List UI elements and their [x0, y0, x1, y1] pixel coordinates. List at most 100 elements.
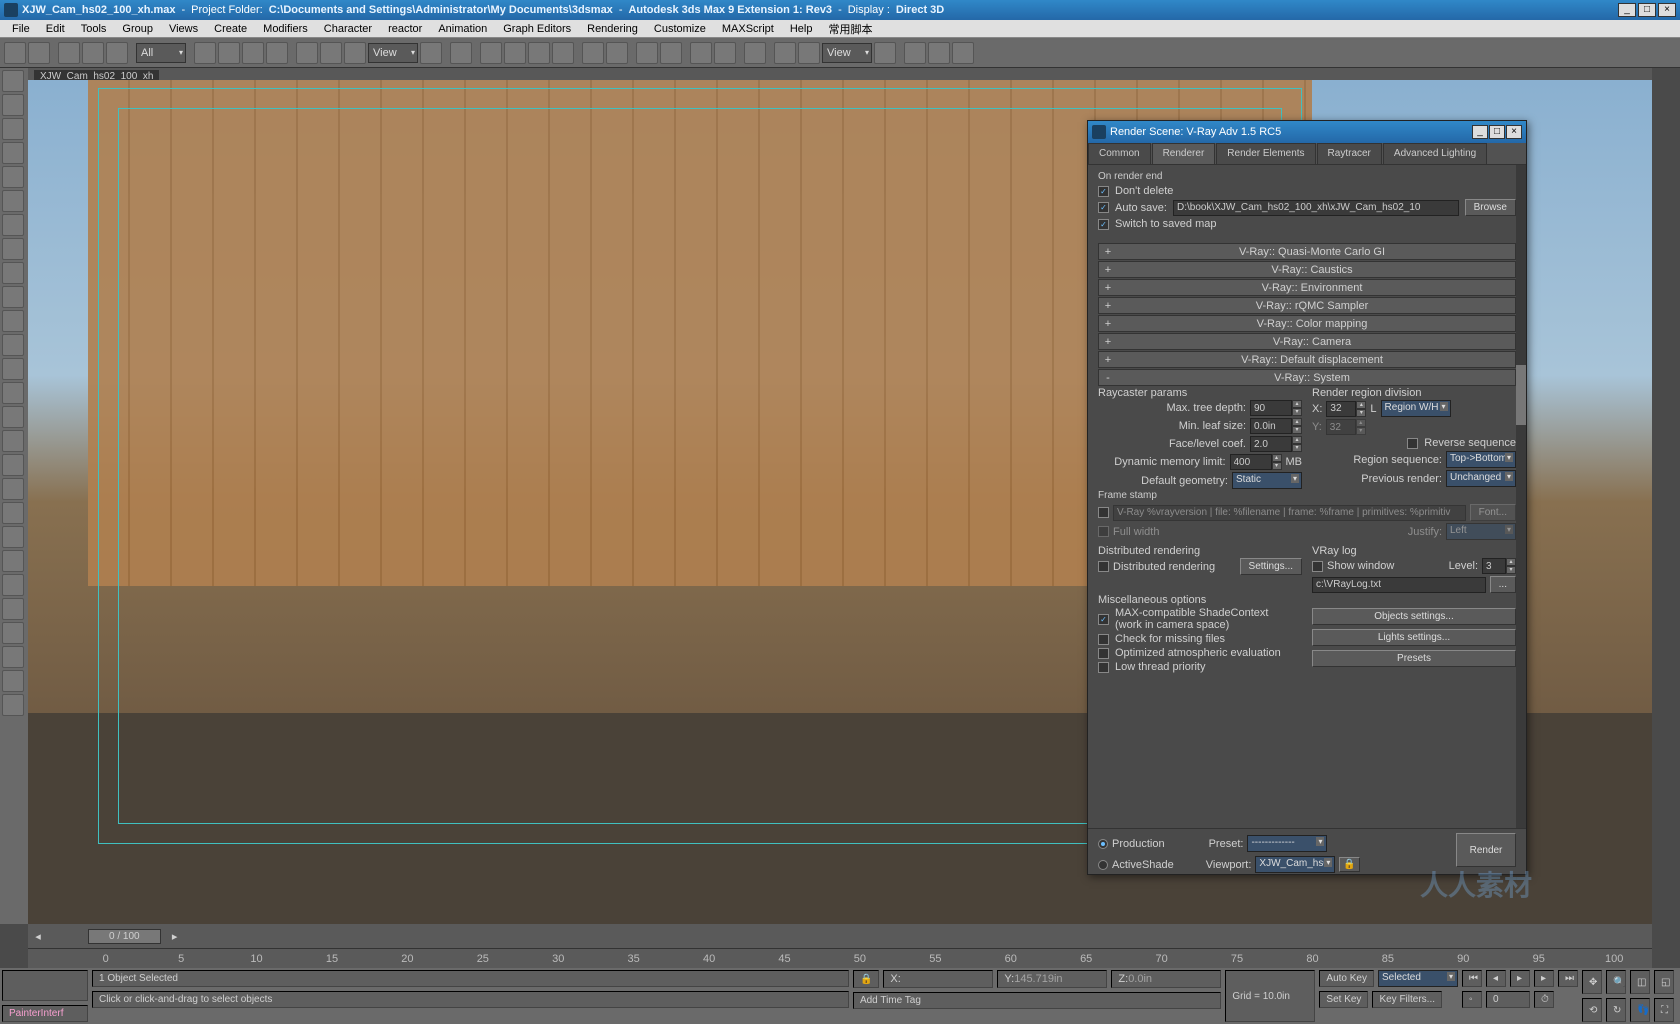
- bind-button[interactable]: [106, 42, 128, 64]
- pivot-button[interactable]: [420, 42, 442, 64]
- dialog-minimize[interactable]: _: [1472, 125, 1488, 139]
- tab-raytracer[interactable]: Raytracer: [1317, 143, 1382, 164]
- reactor-tool-icon[interactable]: [2, 574, 24, 596]
- reactor-tool-icon[interactable]: [2, 502, 24, 524]
- maximize-button[interactable]: □: [1638, 3, 1656, 17]
- rollup-system[interactable]: -V-Ray:: System: [1098, 369, 1516, 386]
- reactor3-button[interactable]: [952, 42, 974, 64]
- nav-walk-icon[interactable]: 👣: [1630, 998, 1650, 1022]
- reactor-tool-icon[interactable]: [2, 670, 24, 692]
- render-button[interactable]: Render: [1456, 833, 1516, 867]
- tab-render-elements[interactable]: Render Elements: [1216, 143, 1315, 164]
- menu-views[interactable]: Views: [161, 23, 206, 35]
- reactor-button[interactable]: [904, 42, 926, 64]
- reactor-tool-icon[interactable]: [2, 550, 24, 572]
- move-button[interactable]: [296, 42, 318, 64]
- reactor-tool-icon[interactable]: [2, 526, 24, 548]
- undo-button[interactable]: [4, 42, 26, 64]
- percent-snap-button[interactable]: [528, 42, 550, 64]
- dialog-maximize[interactable]: □: [1489, 125, 1505, 139]
- reactor-tool-icon[interactable]: [2, 190, 24, 212]
- redo-button[interactable]: [28, 42, 50, 64]
- face-level-input[interactable]: [1250, 436, 1292, 452]
- lights-settings-button[interactable]: Lights settings...: [1312, 629, 1516, 646]
- select-region-button[interactable]: [242, 42, 264, 64]
- low-thread-checkbox[interactable]: [1098, 662, 1109, 673]
- time-config-icon[interactable]: ⏱: [1534, 991, 1554, 1008]
- presets-button[interactable]: Presets: [1312, 650, 1516, 667]
- nav-pan-icon[interactable]: ✥: [1582, 970, 1602, 994]
- rollup-displacement[interactable]: +V-Ray:: Default displacement: [1098, 351, 1516, 368]
- spinner-snap-button[interactable]: [552, 42, 574, 64]
- material-button[interactable]: [744, 42, 766, 64]
- reactor-tool-icon[interactable]: [2, 142, 24, 164]
- selection-filter[interactable]: All: [136, 43, 186, 63]
- render-scene-button[interactable]: [774, 42, 796, 64]
- prev-render-combo[interactable]: Unchanged: [1446, 470, 1516, 487]
- rollup-qmc-gi[interactable]: +V-Ray:: Quasi-Monte Carlo GI: [1098, 243, 1516, 260]
- rollup-camera[interactable]: +V-Ray:: Camera: [1098, 333, 1516, 350]
- rollup-caustics[interactable]: +V-Ray:: Caustics: [1098, 261, 1516, 278]
- reactor-tool-icon[interactable]: [2, 286, 24, 308]
- preset-combo[interactable]: -------------: [1247, 835, 1327, 852]
- reactor-tool-icon[interactable]: [2, 382, 24, 404]
- min-leaf-input[interactable]: [1250, 418, 1292, 434]
- link-button[interactable]: [58, 42, 80, 64]
- reactor-tool-icon[interactable]: [2, 430, 24, 452]
- quick-render-button[interactable]: [798, 42, 820, 64]
- lock-icon[interactable]: 🔒: [853, 970, 879, 988]
- select-name-button[interactable]: [218, 42, 240, 64]
- align-button[interactable]: [636, 42, 658, 64]
- reactor-tool-icon[interactable]: [2, 694, 24, 716]
- keyfilters-button[interactable]: Key Filters...: [1372, 991, 1442, 1008]
- menu-customize[interactable]: Customize: [646, 23, 714, 35]
- nav-fov-icon[interactable]: ◫: [1630, 970, 1650, 994]
- reactor-tool-icon[interactable]: [2, 310, 24, 332]
- reactor-tool-icon[interactable]: [2, 166, 24, 188]
- rollup-rqmc[interactable]: +V-Ray:: rQMC Sampler: [1098, 297, 1516, 314]
- menu-create[interactable]: Create: [206, 23, 255, 35]
- prev-frame-icon[interactable]: ◂: [1486, 970, 1506, 987]
- timeline-next-icon[interactable]: ▸: [165, 930, 185, 943]
- auto-save-checkbox[interactable]: ✓: [1098, 202, 1109, 213]
- reactor2-button[interactable]: [928, 42, 950, 64]
- check-missing-checkbox[interactable]: [1098, 634, 1109, 645]
- tab-common[interactable]: Common: [1088, 143, 1151, 164]
- region-seq-combo[interactable]: Top->Bottom: [1446, 451, 1516, 468]
- objects-settings-button[interactable]: Objects settings...: [1312, 608, 1516, 625]
- show-window-checkbox[interactable]: [1312, 561, 1323, 572]
- goto-start-icon[interactable]: ⏮: [1462, 970, 1482, 987]
- viewport-combo[interactable]: XJW_Cam_hs0: [1255, 856, 1335, 873]
- rollup-environment[interactable]: +V-Ray:: Environment: [1098, 279, 1516, 296]
- time-slider[interactable]: ◂ 0 / 100 ▸: [28, 924, 1652, 948]
- timeline-prev-icon[interactable]: ◂: [28, 930, 48, 943]
- render-button[interactable]: [874, 42, 896, 64]
- close-button[interactable]: ×: [1658, 3, 1676, 17]
- menu-character[interactable]: Character: [316, 23, 380, 35]
- menu-rendering[interactable]: Rendering: [579, 23, 646, 35]
- region-wh-combo[interactable]: Region W/H: [1381, 400, 1451, 417]
- auto-save-path-input[interactable]: [1173, 200, 1459, 216]
- reactor-tool-icon[interactable]: [2, 646, 24, 668]
- nav-roll-icon[interactable]: ↻: [1606, 998, 1626, 1022]
- curve-editor-button[interactable]: [690, 42, 712, 64]
- rotate-button[interactable]: [320, 42, 342, 64]
- schematic-button[interactable]: [714, 42, 736, 64]
- play-icon[interactable]: ▸: [1510, 970, 1530, 987]
- autokey-button[interactable]: Auto Key: [1319, 970, 1374, 987]
- max-compat-checkbox[interactable]: ✓: [1098, 614, 1109, 625]
- angle-snap-button[interactable]: [504, 42, 526, 64]
- dialog-close[interactable]: ×: [1506, 125, 1522, 139]
- reactor-tool-icon[interactable]: [2, 454, 24, 476]
- menu-modifiers[interactable]: Modifiers: [255, 23, 316, 35]
- reactor-tool-icon[interactable]: [2, 70, 24, 92]
- time-slider-knob[interactable]: 0 / 100: [88, 929, 161, 944]
- menu-maxscript[interactable]: MAXScript: [714, 23, 782, 35]
- reactor-tool-icon[interactable]: [2, 478, 24, 500]
- menu-animation[interactable]: Animation: [430, 23, 495, 35]
- nav-zoom-icon[interactable]: 🔍: [1606, 970, 1626, 994]
- browse-button[interactable]: Browse: [1465, 199, 1516, 216]
- rollup-colormapping[interactable]: +V-Ray:: Color mapping: [1098, 315, 1516, 332]
- key-toggle-icon[interactable]: ◦: [1462, 991, 1482, 1008]
- def-geom-combo[interactable]: Static: [1232, 472, 1302, 489]
